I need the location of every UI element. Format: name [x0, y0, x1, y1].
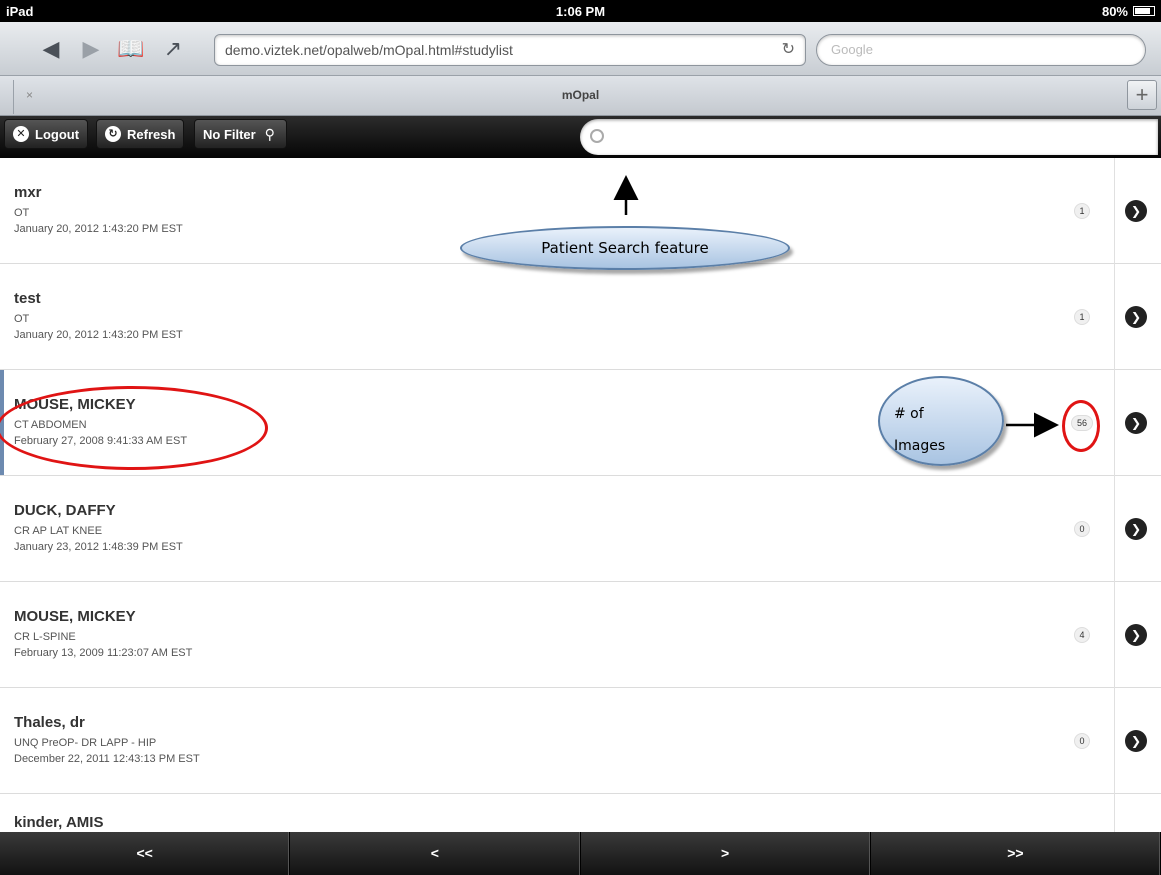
url-field[interactable]: demo.viztek.net/opalweb/mOpal.html#study… [214, 34, 806, 66]
list-divider [1114, 158, 1115, 832]
filter-label: No Filter [203, 126, 256, 142]
device-label: iPad [6, 3, 34, 19]
search-callout: Patient Search feature [460, 226, 790, 270]
image-count-badge: 1 [1074, 309, 1090, 325]
image-count-badge: 0 [1074, 521, 1090, 537]
chevron-right-icon[interactable]: ❯ [1125, 624, 1147, 646]
web-search-field[interactable]: Google [816, 34, 1146, 66]
image-count-badge: 1 [1074, 203, 1090, 219]
study-row[interactable]: MOUSE, MICKEY CR L-SPINE February 13, 20… [0, 582, 1161, 688]
pagination-bar: << < > >> [0, 832, 1161, 875]
highlight-ellipse [1062, 400, 1100, 452]
ios-status-bar: iPad 1:06 PM 80% [0, 0, 1161, 22]
images-callout-line2: Images [894, 438, 946, 454]
study-row[interactable]: DUCK, DAFFY CR AP LAT KNEE January 23, 2… [0, 476, 1161, 582]
study-date: February 13, 2009 11:23:07 AM EST [14, 647, 193, 659]
first-page-button[interactable]: << [0, 832, 291, 875]
search-icon [590, 129, 604, 143]
close-icon: ✕ [13, 126, 29, 142]
battery-icon [1133, 6, 1155, 16]
new-tab-button[interactable]: + [1127, 80, 1157, 110]
chevron-right-icon[interactable]: ❯ [1125, 306, 1147, 328]
battery-percent: 80% [1101, 3, 1128, 19]
browser-tab-strip: × mOpal + [0, 76, 1161, 116]
study-date: January 23, 2012 1:48:39 PM EST [14, 541, 183, 553]
refresh-label: Refresh [127, 126, 176, 142]
patient-name: Thales, dr [14, 714, 85, 731]
clock: 1:06 PM [555, 3, 606, 19]
patient-search-input[interactable] [580, 119, 1158, 155]
study-row[interactable]: kinder, AMIS [0, 794, 1161, 832]
logout-label: Logout [35, 126, 80, 142]
search-icon: ⚲ [264, 126, 275, 142]
study-description: OT [14, 313, 30, 325]
patient-name: test [14, 290, 41, 307]
reload-icon[interactable]: ↻ [782, 35, 795, 65]
forward-icon[interactable]: ▶ [76, 34, 106, 64]
study-description: UNQ PreOP- DR LAPP - HIP [14, 737, 157, 749]
study-date: December 22, 2011 12:43:13 PM EST [14, 753, 200, 765]
logout-button[interactable]: ✕ Logout [4, 119, 89, 149]
refresh-button[interactable]: ↻ Refresh [96, 119, 185, 149]
patient-name: DUCK, DAFFY [14, 502, 116, 519]
app-header: ✕ Logout ↻ Refresh No Filter ⚲ [0, 116, 1161, 158]
study-description: OT [14, 207, 30, 219]
patient-name: kinder, AMIS [14, 814, 104, 831]
tab-title[interactable]: mOpal [0, 88, 1161, 102]
study-date: January 20, 2012 1:43:20 PM EST [14, 223, 183, 235]
study-date: January 20, 2012 1:43:20 PM EST [14, 329, 183, 341]
battery-status: 80% [1102, 4, 1155, 19]
prev-page-button[interactable]: < [290, 832, 581, 875]
chevron-right-icon[interactable]: ❯ [1125, 730, 1147, 752]
refresh-icon: ↻ [105, 126, 121, 142]
back-icon[interactable]: ◀ [36, 34, 66, 64]
last-page-button[interactable]: >> [871, 832, 1161, 875]
highlight-ellipse [0, 386, 268, 470]
chevron-right-icon[interactable]: ❯ [1125, 412, 1147, 434]
images-callout-line1: # of [894, 406, 924, 422]
patient-name: mxr [14, 184, 42, 201]
study-description: CR L-SPINE [14, 631, 76, 643]
image-count-badge: 0 [1074, 733, 1090, 749]
browser-toolbar: ◀ ▶ 📖 ↗ demo.viztek.net/opalweb/mOpal.ht… [0, 22, 1161, 76]
chevron-right-icon[interactable]: ❯ [1125, 518, 1147, 540]
image-count-badge: 4 [1074, 627, 1090, 643]
share-icon[interactable]: ↗ [158, 34, 188, 64]
filter-button[interactable]: No Filter ⚲ [194, 119, 287, 149]
study-description: CR AP LAT KNEE [14, 525, 103, 537]
images-callout: # of Images [878, 376, 1004, 466]
url-text: demo.viztek.net/opalweb/mOpal.html#study… [225, 42, 513, 58]
bookmarks-icon[interactable]: 📖 [116, 34, 146, 64]
study-row[interactable]: Thales, dr UNQ PreOP- DR LAPP - HIP Dece… [0, 688, 1161, 794]
next-page-button[interactable]: > [581, 832, 871, 875]
study-row[interactable]: test OT January 20, 2012 1:43:20 PM EST … [0, 264, 1161, 370]
chevron-right-icon[interactable]: ❯ [1125, 200, 1147, 222]
patient-name: MOUSE, MICKEY [14, 608, 136, 625]
